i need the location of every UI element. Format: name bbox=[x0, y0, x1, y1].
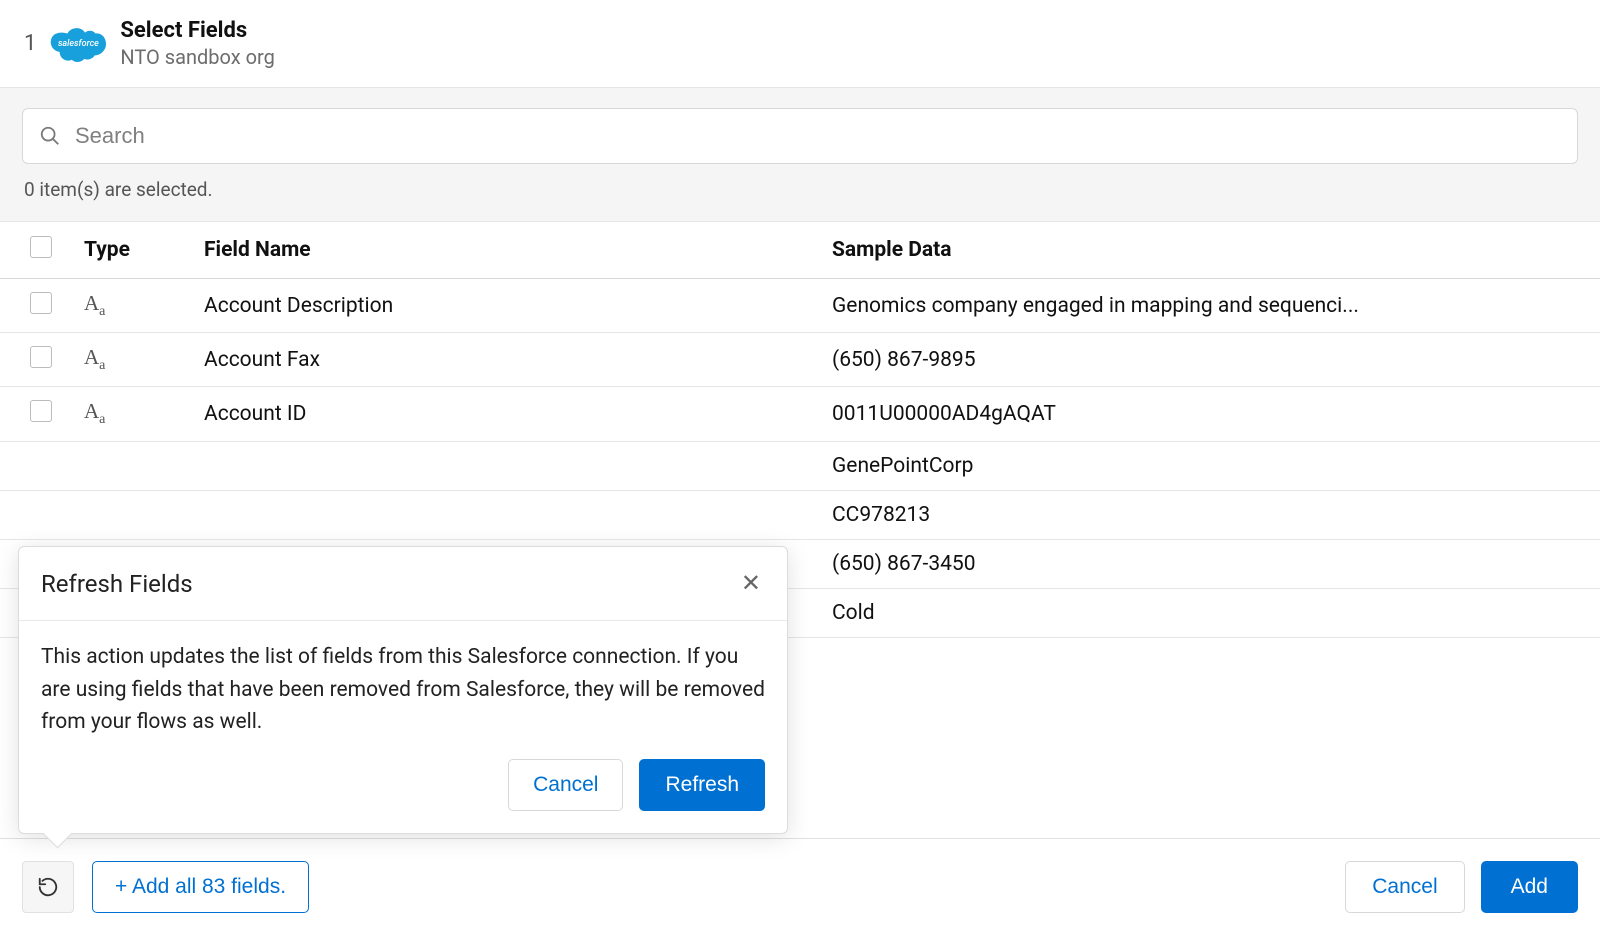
salesforce-cloud-icon: salesforce bbox=[50, 24, 106, 64]
sample-cell: 0011U00000AD4gAQAT bbox=[832, 387, 1600, 441]
footer-bar: + Add all 83 fields. Cancel Add bbox=[0, 838, 1600, 934]
popover-title: Refresh Fields bbox=[41, 570, 193, 598]
text-type-icon: Aa bbox=[84, 345, 105, 369]
table-row[interactable]: Aa Account Description Genomics company … bbox=[0, 279, 1600, 333]
search-box[interactable] bbox=[22, 108, 1578, 164]
text-type-icon: Aa bbox=[84, 399, 105, 423]
col-type: Type bbox=[84, 222, 204, 279]
field-name-cell bbox=[204, 490, 832, 539]
popover-body: This action updates the list of fields f… bbox=[19, 621, 787, 749]
row-checkbox[interactable] bbox=[30, 292, 52, 314]
row-checkbox[interactable] bbox=[30, 400, 52, 422]
table-header-row: Type Field Name Sample Data bbox=[0, 222, 1600, 279]
refresh-fields-popover: Refresh Fields ✕ This action updates the… bbox=[18, 546, 788, 834]
header-titles: Select Fields NTO sandbox org bbox=[120, 18, 274, 69]
header-bar: 1 salesforce Select Fields NTO sandbox o… bbox=[0, 0, 1600, 88]
sample-cell: GenePointCorp bbox=[832, 441, 1600, 490]
table-row[interactable]: Aa Account ID 0011U00000AD4gAQAT bbox=[0, 387, 1600, 441]
field-name-cell: Account Description bbox=[204, 279, 832, 333]
field-name-cell bbox=[204, 441, 832, 490]
col-field-name: Field Name bbox=[204, 222, 832, 279]
refresh-icon-button[interactable] bbox=[22, 861, 74, 913]
text-type-icon: Aa bbox=[84, 291, 105, 315]
popover-header: Refresh Fields ✕ bbox=[19, 547, 787, 621]
sample-cell: CC978213 bbox=[832, 490, 1600, 539]
row-checkbox[interactable] bbox=[30, 346, 52, 368]
popover-refresh-button[interactable]: Refresh bbox=[639, 759, 765, 811]
add-all-fields-button[interactable]: + Add all 83 fields. bbox=[92, 861, 309, 913]
table-row[interactable]: GenePointCorp bbox=[0, 441, 1600, 490]
add-button[interactable]: Add bbox=[1481, 861, 1578, 913]
col-sample-data: Sample Data bbox=[832, 222, 1600, 279]
selection-count-text: 0 item(s) are selected. bbox=[22, 164, 1578, 215]
search-icon bbox=[39, 125, 61, 147]
refresh-icon bbox=[37, 876, 59, 898]
sample-cell: (650) 867-9895 bbox=[832, 333, 1600, 387]
salesforce-cloud-label: salesforce bbox=[58, 38, 99, 48]
popover-actions: Cancel Refresh bbox=[19, 749, 787, 833]
field-name-cell: Account ID bbox=[204, 387, 832, 441]
table-row[interactable]: Aa Account Fax (650) 867-9895 bbox=[0, 333, 1600, 387]
field-name-cell: Account Fax bbox=[204, 333, 832, 387]
step-number: 1 bbox=[24, 31, 36, 56]
page-subtitle: NTO sandbox org bbox=[120, 45, 274, 69]
popover-cancel-button[interactable]: Cancel bbox=[508, 759, 623, 811]
search-section: 0 item(s) are selected. bbox=[0, 88, 1600, 222]
sample-cell: (650) 867-3450 bbox=[832, 539, 1600, 588]
page-title: Select Fields bbox=[120, 18, 274, 43]
close-icon[interactable]: ✕ bbox=[737, 565, 765, 602]
search-input[interactable] bbox=[75, 123, 1561, 149]
cancel-button[interactable]: Cancel bbox=[1345, 861, 1464, 913]
select-all-checkbox[interactable] bbox=[30, 236, 52, 258]
sample-cell: Genomics company engaged in mapping and … bbox=[832, 279, 1600, 333]
table-row[interactable]: CC978213 bbox=[0, 490, 1600, 539]
sample-cell: Cold bbox=[832, 588, 1600, 637]
